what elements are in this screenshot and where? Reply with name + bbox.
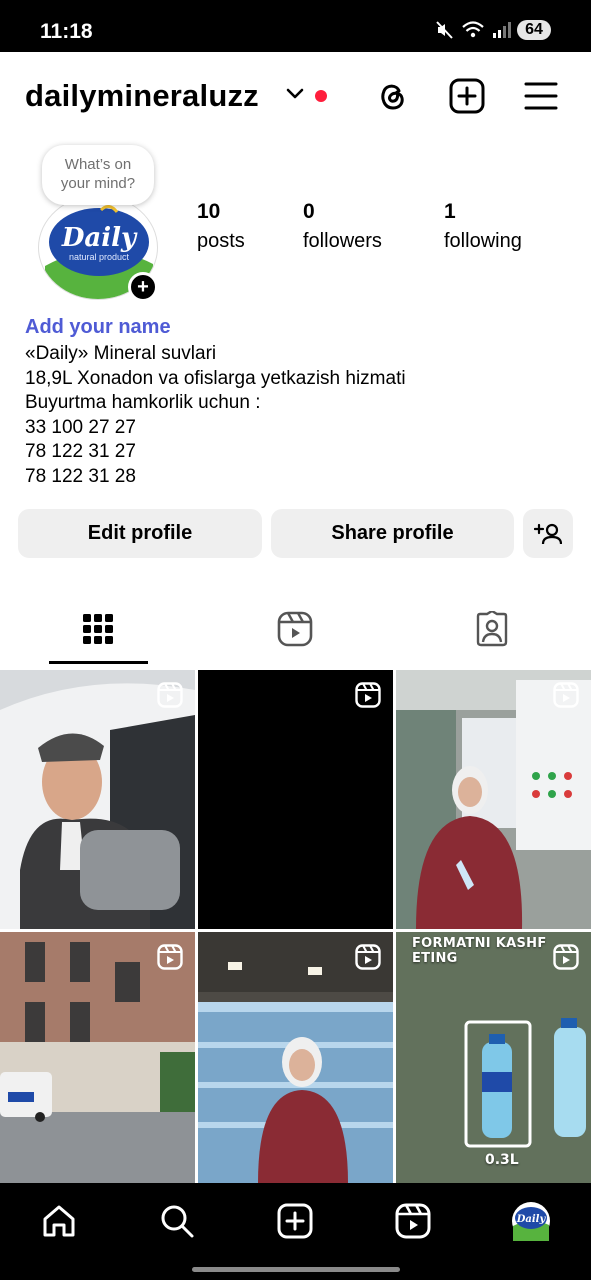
tab-reels[interactable] <box>245 605 345 653</box>
stat-posts[interactable]: 10 posts <box>197 200 245 253</box>
note-bubble[interactable]: What’s on your mind? <box>42 145 154 205</box>
plus-square-icon <box>449 78 485 114</box>
bottom-navigation: Daily <box>0 1183 591 1280</box>
username[interactable]: dailymineraluzz <box>25 78 259 114</box>
stat-value: 1 <box>444 200 456 223</box>
stat-value: 10 <box>197 200 221 223</box>
reel-badge-icon <box>157 944 183 970</box>
bio-line: 78 122 31 28 <box>25 465 136 487</box>
tab-tagged[interactable] <box>442 605 542 653</box>
edit-profile-button[interactable]: Edit profile <box>18 509 262 558</box>
post-thumbnail <box>396 670 591 929</box>
note-line-1: What’s on <box>64 156 132 173</box>
bio-line: «Daily» Mineral suvlari <box>25 343 217 364</box>
stat-label: posts <box>197 230 245 252</box>
status-bar: 11:18 64 <box>0 0 591 52</box>
nav-create[interactable] <box>275 1201 315 1241</box>
status-time: 11:18 <box>40 20 93 43</box>
nav-reels[interactable] <box>393 1201 433 1241</box>
bio-line: 78 122 31 27 <box>25 441 136 463</box>
status-icons: 64 <box>435 20 551 40</box>
home-indicator <box>192 1267 400 1272</box>
nav-logo-text: Daily <box>516 1214 547 1225</box>
chevron-down-icon[interactable] <box>285 86 305 102</box>
grid-post-4[interactable] <box>0 932 195 1183</box>
note-line-2: your mind? <box>60 175 136 192</box>
bio: «Daily» Mineral suvlari 18,9L Xonadon va… <box>25 342 406 490</box>
grid-post-3[interactable] <box>396 670 591 929</box>
wifi-icon <box>462 21 484 38</box>
reel-badge-icon <box>355 944 381 970</box>
hamburger-menu-icon <box>524 82 558 110</box>
stat-followers[interactable]: 0 followers <box>303 200 382 253</box>
reels-icon <box>395 1203 431 1239</box>
post-size-label: 0.3L <box>485 1152 519 1168</box>
mute-icon <box>436 21 453 39</box>
reel-badge-icon <box>553 944 579 970</box>
nav-profile[interactable]: Daily <box>511 1201 551 1241</box>
create-icon <box>277 1203 313 1239</box>
bio-line: Buyurtma hamkorlik uchun : <box>25 392 261 414</box>
grid-post-6[interactable]: FORMATNI KASHF ETING 0.3L <box>396 932 591 1183</box>
home-icon <box>43 1205 75 1237</box>
stat-label: following <box>444 230 522 252</box>
bio-line: 33 100 27 27 <box>25 416 136 438</box>
create-post-button[interactable] <box>449 78 485 114</box>
nav-search[interactable] <box>157 1201 197 1241</box>
notification-dot <box>315 90 327 102</box>
logo-subtext: natural product <box>69 252 130 262</box>
stat-following[interactable]: 1 following <box>444 200 522 253</box>
logo-text: Daily <box>61 223 138 253</box>
profile-header: dailymineraluzz <box>0 52 591 142</box>
post-thumbnail <box>0 670 195 929</box>
grid-post-1[interactable] <box>0 670 195 929</box>
active-tab-indicator <box>49 661 148 664</box>
grid-post-5[interactable] <box>198 932 393 1183</box>
stat-value: 0 <box>303 200 315 223</box>
grid-icon <box>83 614 113 644</box>
add-person-icon <box>534 523 562 544</box>
search-icon <box>161 1205 194 1238</box>
signal-icon <box>493 22 511 38</box>
reel-badge-icon <box>355 682 381 708</box>
reel-badge-icon <box>157 682 183 708</box>
tab-posts-grid[interactable] <box>48 605 148 653</box>
grid-post-2[interactable] <box>198 670 393 929</box>
add-story-button[interactable]: + <box>128 272 158 302</box>
profile-avatar-icon: Daily <box>512 1202 550 1241</box>
tagged-icon <box>476 611 508 647</box>
nav-home[interactable] <box>39 1201 79 1241</box>
bio-line: 18,9L Xonadon va ofislarga yetkazish hiz… <box>25 367 406 389</box>
discover-people-button[interactable] <box>523 509 573 558</box>
menu-button[interactable] <box>523 78 559 114</box>
battery-indicator: 64 <box>517 20 551 40</box>
add-name-link[interactable]: Add your name <box>25 316 171 339</box>
reel-badge-icon <box>553 682 579 708</box>
threads-icon[interactable] <box>374 78 410 114</box>
share-profile-button[interactable]: Share profile <box>271 509 514 558</box>
reels-icon <box>277 611 313 647</box>
stat-label: followers <box>303 230 382 252</box>
